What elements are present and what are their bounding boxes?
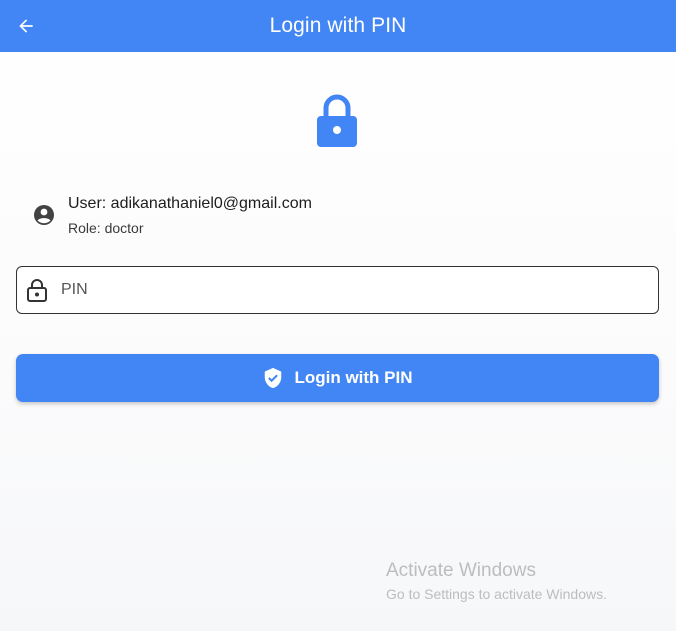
pin-field[interactable] — [16, 266, 659, 314]
app-bar: Login with PIN — [0, 0, 676, 52]
pin-input[interactable] — [61, 267, 646, 313]
user-info: User: adikanathaniel0@gmail.com Role: do… — [32, 195, 632, 243]
account-circle-icon — [34, 205, 54, 225]
back-button[interactable] — [8, 8, 44, 44]
watermark-subtitle: Go to Settings to activate Windows. — [386, 586, 607, 602]
verified-shield-icon — [265, 367, 282, 389]
lock-outline-icon — [27, 279, 47, 302]
page-title: Login with PIN — [269, 14, 407, 37]
user-email: User: adikanathaniel0@gmail.com — [68, 195, 312, 212]
login-with-pin-button[interactable]: Login with PIN — [16, 354, 659, 402]
windows-activation-watermark: Activate Windows Go to Settings to activ… — [386, 560, 607, 602]
arrow-left-icon — [19, 19, 33, 33]
user-role: Role: doctor — [68, 220, 144, 236]
watermark-title: Activate Windows — [386, 560, 536, 581]
login-button-label: Login with PIN — [294, 368, 413, 387]
lock-icon — [317, 94, 357, 147]
